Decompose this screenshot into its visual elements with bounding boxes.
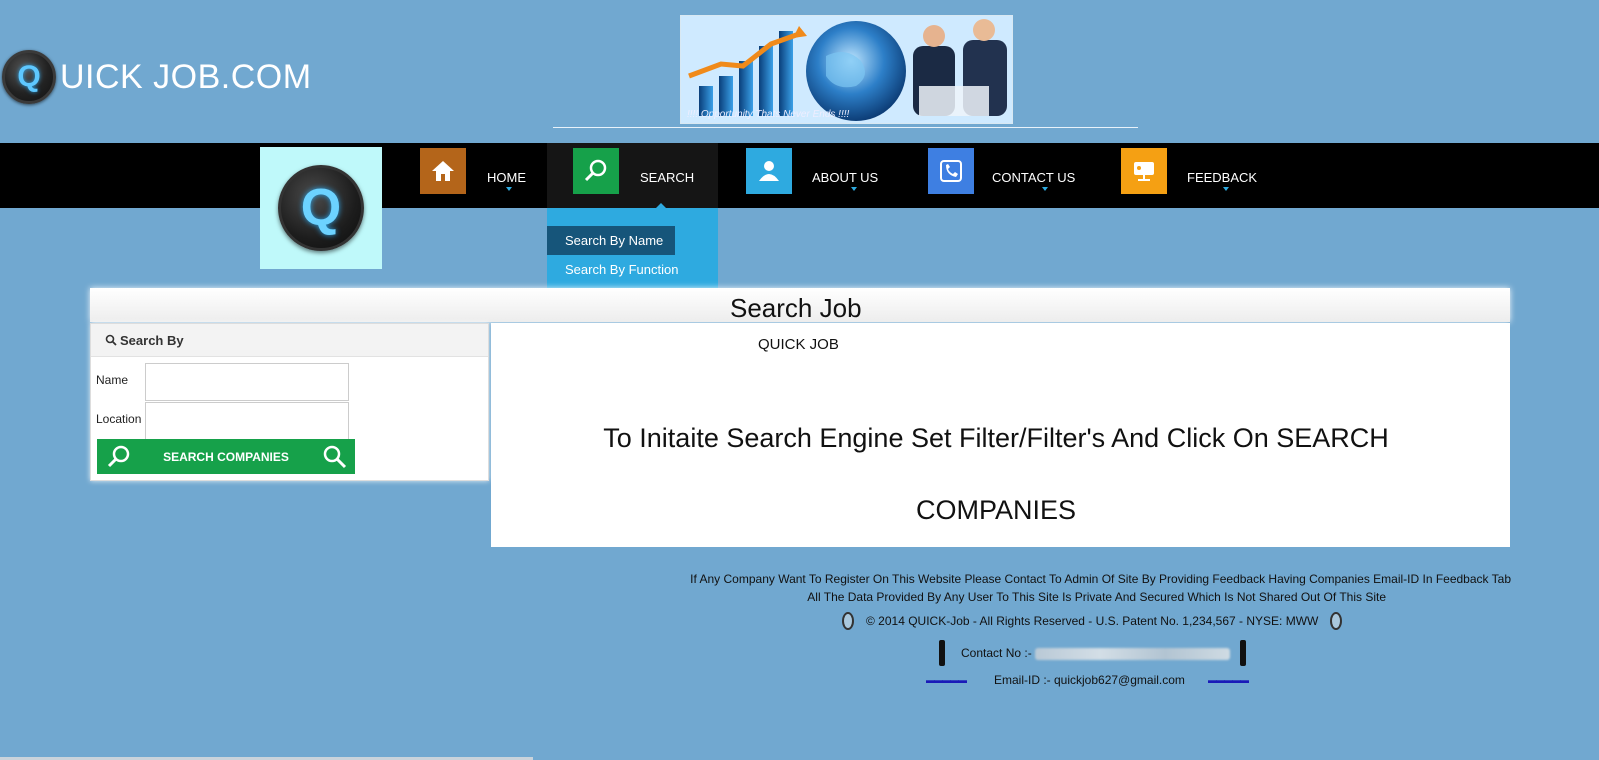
phone-icon: [939, 640, 945, 666]
location-input[interactable]: [145, 402, 349, 440]
search-icon: [105, 334, 117, 346]
dropdown-item-search-by-name[interactable]: Search By Name: [547, 226, 675, 255]
footer-ornament-icon: [842, 612, 854, 630]
banner-graphic: [681, 16, 1012, 123]
chevron-down-icon: [506, 187, 512, 191]
search-companies-label: SEARCH COMPANIES: [163, 449, 289, 464]
nav-label-search: SEARCH: [640, 170, 695, 185]
nav-item-home[interactable]: HOME: [420, 143, 526, 208]
chevron-down-icon: [851, 187, 857, 191]
header-divider: [553, 127, 1138, 128]
results-subtitle: QUICK JOB: [758, 336, 839, 353]
phone-icon: [928, 148, 974, 194]
phone-icon: [1240, 640, 1246, 666]
contact-label: Contact No :-: [961, 646, 1032, 660]
footer-ornament-icon: [1330, 612, 1342, 630]
footer-email[interactable]: Email-ID :- quickjob627@gmail.com: [994, 673, 1185, 687]
site-title: UICK JOB.COM: [60, 57, 312, 96]
user-icon: [746, 148, 792, 194]
page-title: Search Job: [730, 293, 862, 323]
search-icon: [323, 445, 347, 469]
name-label: Name: [96, 373, 129, 387]
header-banner: !!!! Opportunity Thats Never Ends !!!!: [680, 15, 1013, 124]
chevron-down-icon: [1042, 187, 1048, 191]
home-icon: [420, 148, 466, 194]
footer-copyright: © 2014 QUICK-Job - All Rights Reserved -…: [866, 614, 1319, 628]
email-ornament-icon: ▬▬▬▬▬: [926, 675, 967, 685]
search-companies-button[interactable]: SEARCH COMPANIES: [97, 439, 355, 474]
search-instruction: To Initaite Search Engine Set Filter/Fil…: [491, 402, 1501, 546]
nav-label-home: HOME: [487, 170, 526, 185]
location-label: Location: [96, 412, 142, 426]
chat-icon: [1121, 148, 1167, 194]
chevron-down-icon: [1223, 187, 1229, 191]
nav-item-contact-us[interactable]: CONTACT US: [928, 143, 1075, 208]
search-icon: [573, 148, 619, 194]
nav-item-search[interactable]: SEARCH: [547, 143, 718, 208]
footer-register-note: If Any Company Want To Register On This …: [690, 572, 1511, 586]
nav-logo[interactable]: Q: [260, 147, 382, 269]
nav-label-feedback: FEEDBACK: [1187, 170, 1258, 185]
nav-label-about-us: ABOUT US: [812, 170, 879, 185]
banner-caption: !!!! Opportunity Thats Never Ends !!!!: [687, 109, 850, 120]
search-form-panel: Search By Name Location SEARCH COMPANIES: [90, 323, 489, 481]
site-logo[interactable]: Q UICK JOB.COM: [2, 50, 312, 104]
nav-item-feedback[interactable]: FEEDBACK: [1121, 143, 1257, 208]
logo-badge: Q: [2, 50, 56, 104]
search-icon: [107, 445, 130, 468]
nav-logo-badge: Q: [278, 165, 364, 251]
search-form-heading-label: Search By: [120, 332, 184, 348]
nav-label-contact-us: CONTACT US: [992, 170, 1076, 185]
instruction-line-2: COMPANIES: [915, 495, 1077, 525]
footer-contact: Contact No :-: [961, 646, 1231, 660]
dropdown-item-search-by-function[interactable]: Search By Function: [547, 255, 678, 284]
name-input[interactable]: [145, 363, 349, 401]
nav-item-about-us[interactable]: ABOUT US: [746, 143, 878, 208]
email-ornament-icon: ▬▬▬▬▬: [1208, 675, 1249, 685]
search-form-heading: Search By: [91, 324, 488, 357]
footer-privacy-note: All The Data Provided By Any User To Thi…: [807, 590, 1386, 604]
instruction-line-1: To Initaite Search Engine Set Filter/Fil…: [603, 423, 1389, 453]
redacted-phone-number: [1035, 647, 1231, 660]
